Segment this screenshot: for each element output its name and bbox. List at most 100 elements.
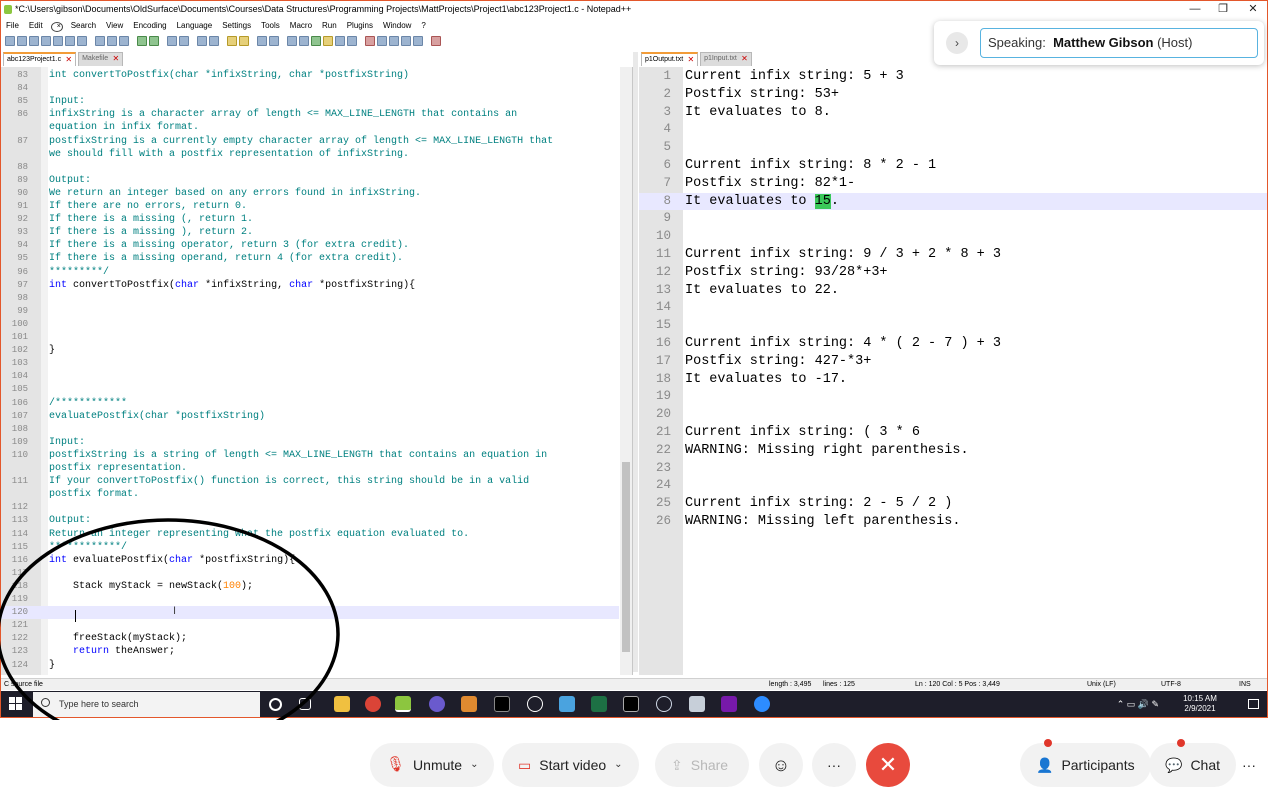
code-line[interactable]: 87 postfixString is a currently empty cha… [1, 135, 619, 148]
output-line[interactable]: 14 [639, 299, 1267, 317]
menu-item-tools[interactable]: Tools [256, 19, 285, 33]
cut-icon[interactable] [95, 36, 105, 46]
output-line[interactable]: 4 [639, 121, 1267, 139]
code-line[interactable]: 109 Input: [1, 436, 619, 449]
find-icon[interactable] [167, 36, 177, 46]
output-line[interactable]: 21 Current infix string: ( 3 * 6 [639, 424, 1267, 442]
scrollbar-thumb[interactable] [622, 462, 630, 652]
close-tab-icon[interactable]: ✕ [687, 54, 694, 66]
code-line[interactable]: equation in infix format. [1, 121, 619, 134]
code-line[interactable]: 117 [1, 567, 619, 580]
code-line[interactable]: 86 infixString is a character array of le… [1, 108, 619, 121]
doc-map-icon[interactable] [311, 36, 321, 46]
output-line[interactable]: 9 [639, 210, 1267, 228]
output-line[interactable]: 7 Postfix string: 82*1- [639, 175, 1267, 193]
function-list-icon[interactable] [323, 36, 333, 46]
app-icon-2[interactable] [461, 696, 477, 712]
replace-icon[interactable] [179, 36, 189, 46]
output-line[interactable]: 24 [639, 477, 1267, 495]
splitter-bar[interactable] [633, 52, 638, 672]
code-editor[interactable]: 83 int convertToPostfix(char *infixString… [1, 67, 633, 675]
tray-icons[interactable]: ⌃ ▭ 🔊 ✎ [1117, 699, 1159, 709]
chevron-down-icon[interactable]: ⌄ [614, 743, 622, 787]
code-line[interactable]: 118 Stack myStack = newStack(100); [1, 580, 619, 593]
code-line[interactable]: 113 Output: [1, 514, 619, 527]
output-line[interactable]: 20 [639, 406, 1267, 424]
menu-item-window[interactable]: Window [378, 19, 416, 33]
copy-icon[interactable] [107, 36, 117, 46]
tab-p1output-txt[interactable]: p1Output.txt ✕ [641, 52, 699, 66]
zoom-in-icon[interactable] [197, 36, 207, 46]
output-line[interactable]: 15 [639, 317, 1267, 335]
code-line[interactable]: 111 If your convertToPostfix() function i… [1, 475, 619, 488]
output-line[interactable]: 18 It evaluates to -17. [639, 371, 1267, 389]
acrobat-icon[interactable] [623, 696, 639, 712]
close-tab-icon[interactable]: ✕ [65, 54, 72, 66]
menu-item-edit[interactable]: Edit [24, 19, 48, 33]
menu-item-plugins[interactable]: Plugins [342, 19, 378, 33]
code-line[interactable]: postfix representation. [1, 462, 619, 475]
close-all-icon[interactable] [65, 36, 75, 46]
tab-p1input-txt[interactable]: p1Input.txt ✕ [700, 52, 752, 66]
stop-macro-icon[interactable] [377, 36, 387, 46]
code-line[interactable]: 92 If there is a missing (, return 1. [1, 213, 619, 226]
close-window-button[interactable]: ✕ [1241, 1, 1265, 18]
redo-icon[interactable] [149, 36, 159, 46]
code-line[interactable]: 112 [1, 501, 619, 514]
code-line[interactable]: 97 int convertToPostfix(char *infixString… [1, 279, 619, 292]
output-line[interactable]: 16 Current infix string: 4 * ( 2 - 7 ) + … [639, 335, 1267, 353]
app-icon-3[interactable] [527, 696, 543, 712]
menu-item-view[interactable]: View [101, 19, 128, 33]
code-line[interactable]: 116 int evaluatePostfix(char *postfixStri… [1, 554, 619, 567]
menu-item-encoding[interactable]: Encoding [128, 19, 171, 33]
play-multiple-icon[interactable] [401, 36, 411, 46]
code-line[interactable]: 95 If there is a missing operand, return … [1, 252, 619, 265]
chat-button[interactable]: 💬 Chat [1149, 739, 1237, 787]
output-line[interactable]: 25 Current infix string: 2 - 5 / 2 ) [639, 495, 1267, 513]
unmute-button[interactable]: 🎙 Unmute ⌄ [370, 743, 495, 787]
undo-icon[interactable] [137, 36, 147, 46]
code-line[interactable]: 96 *********/ [1, 266, 619, 279]
code-line[interactable]: 83 int convertToPostfix(char *infixString… [1, 69, 619, 82]
excel-icon[interactable] [591, 696, 607, 712]
new-file-icon[interactable] [5, 36, 15, 46]
chevron-right-icon[interactable]: › [946, 32, 968, 54]
calculator-icon[interactable] [689, 696, 705, 712]
taskbar-search-box[interactable]: Type here to search [33, 692, 260, 717]
udl-icon[interactable] [299, 36, 309, 46]
code-line[interactable]: 124} [1, 659, 619, 672]
code-line[interactable]: 121 [1, 619, 619, 632]
code-line[interactable]: 91 If there are no errors, return 0. [1, 200, 619, 213]
code-line[interactable]: 122 freeStack(myStack); [1, 632, 619, 645]
save-all-icon[interactable] [41, 36, 51, 46]
file-explorer-icon[interactable] [334, 696, 350, 712]
output-line[interactable]: 13 It evaluates to 22. [639, 282, 1267, 300]
photos-icon[interactable] [559, 696, 575, 712]
record-macro-icon[interactable] [365, 36, 375, 46]
tab-abc123project1-c[interactable]: abc123Project1.c ✕ [3, 52, 77, 66]
code-line[interactable]: 108 [1, 423, 619, 436]
menu-item-file[interactable]: File [1, 19, 24, 33]
code-line[interactable]: we should fill with a postfix representa… [1, 148, 619, 161]
more-button[interactable]: ··· [812, 743, 856, 787]
output-line[interactable]: 3 It evaluates to 8. [639, 104, 1267, 122]
menu-item-language[interactable]: Language [172, 19, 218, 33]
paste-icon[interactable] [119, 36, 129, 46]
code-line[interactable]: 103 [1, 357, 619, 370]
chevron-down-icon[interactable]: ⌄ [470, 743, 478, 787]
task-view-icon[interactable] [299, 698, 311, 710]
notepadpp-taskbar-icon[interactable] [395, 696, 411, 712]
print-icon[interactable] [77, 36, 87, 46]
menu-item-run[interactable]: Run [317, 19, 342, 33]
zoom-out-icon[interactable] [209, 36, 219, 46]
output-editor[interactable]: 1 Current infix string: 5 + 3 2 Postfix str… [639, 67, 1267, 675]
code-line[interactable]: 119 [1, 593, 619, 606]
close-tab-icon[interactable]: ✕ [741, 53, 748, 65]
code-line[interactable]: 84 [1, 82, 619, 95]
menu-item-search[interactable]: Search [66, 19, 101, 33]
maximize-button[interactable]: ❐ [1211, 1, 1235, 18]
output-line[interactable]: 5 [639, 139, 1267, 157]
code-line[interactable]: 102} [1, 344, 619, 357]
output-line[interactable]: 1 Current infix string: 5 + 3 [639, 68, 1267, 86]
reactions-button[interactable]: ☺ [759, 743, 803, 787]
